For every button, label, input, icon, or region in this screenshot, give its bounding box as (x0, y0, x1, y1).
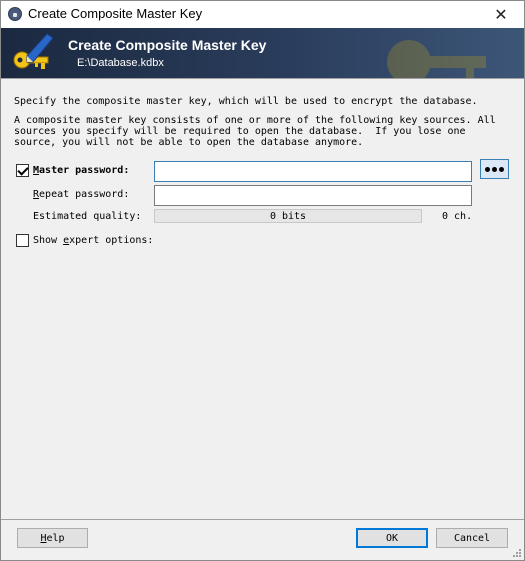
repeat-password-field[interactable] (154, 185, 472, 206)
banner-background-key-icon (387, 40, 486, 78)
expert-options-label[interactable]: Show expert options: (33, 235, 153, 246)
banner-divider (1, 78, 524, 79)
expert-label-pre: Show (33, 235, 64, 246)
resize-grip-icon[interactable] (512, 548, 522, 558)
window-title: Create Composite Master Key (28, 6, 203, 21)
lock-icon (8, 7, 22, 21)
dot-icon (492, 166, 497, 172)
dot-icon (485, 166, 490, 172)
close-button[interactable]: ✕ (478, 1, 524, 28)
master-password-label-text: aster password: (39, 165, 130, 176)
quality-chars-text: 0 ch. (442, 211, 473, 222)
repeat-password-label-text: epeat password: (39, 189, 130, 200)
intro-line-4: source, you will not be able to open the… (14, 137, 364, 148)
repeat-password-label: Repeat password: (33, 189, 129, 200)
header-banner: Create Composite Master Key E:\Database.… (1, 28, 524, 78)
intro-line-1: Specify the composite master key, which … (14, 96, 478, 107)
help-label: elp (46, 532, 65, 544)
master-password-label: Master password: (33, 165, 129, 176)
key-pen-icon (13, 33, 54, 69)
intro-line-3: sources you specify will be required to … (14, 126, 466, 137)
ok-button[interactable]: OK (356, 528, 428, 548)
show-hide-password-button[interactable] (480, 159, 509, 179)
cancel-button[interactable]: Cancel (436, 528, 508, 548)
intro-line-2: A composite master key consists of one o… (14, 115, 496, 126)
quality-bits-text: 0 bits (269, 211, 307, 222)
master-password-checkbox[interactable] (16, 164, 29, 177)
database-path: E:\Database.kdbx (77, 57, 164, 69)
title-bar[interactable]: Create Composite Master Key ✕ (1, 1, 524, 28)
expert-options-checkbox[interactable] (16, 234, 29, 247)
close-icon: ✕ (494, 6, 508, 24)
banner-title: Create Composite Master Key (68, 37, 267, 53)
quality-meter: 0 bits (154, 209, 422, 223)
expert-label-post: xpert options: (69, 235, 154, 246)
dot-icon (499, 166, 504, 172)
help-button[interactable]: Help (17, 528, 88, 548)
create-master-key-dialog: Create Composite Master Key ✕ Create Com… (0, 0, 525, 561)
footer-divider (1, 519, 524, 520)
estimated-quality-label: Estimated quality: (33, 211, 142, 222)
master-password-field[interactable] (154, 161, 472, 182)
